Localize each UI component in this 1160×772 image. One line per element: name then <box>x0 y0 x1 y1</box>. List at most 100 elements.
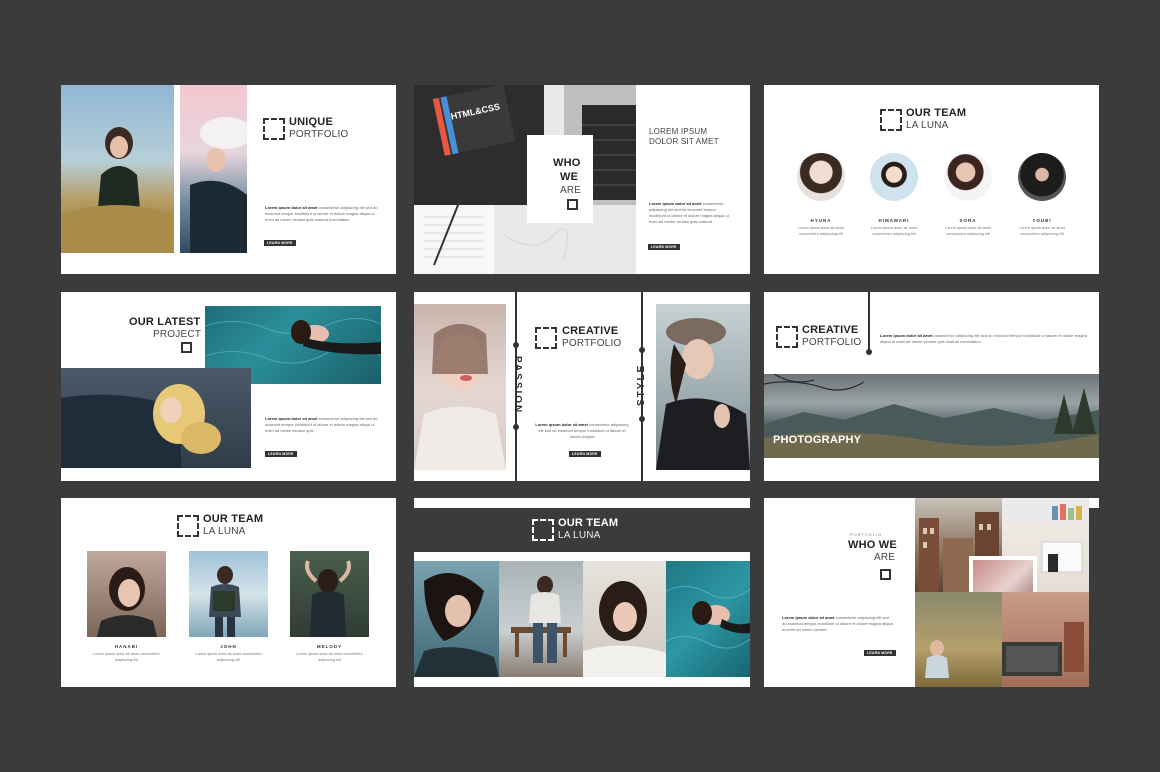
para-lead: Lorem ipsum dolor sit amet <box>265 205 318 210</box>
slide-title-light: PORTFOLIO <box>289 129 349 140</box>
slide-paragraph: Lorem ipsum dolor sit amet consectetur a… <box>534 422 630 440</box>
photo-melody <box>290 551 369 637</box>
slide-title-bold: OUR TEAM <box>203 513 264 525</box>
slide-title-light: LA LUNA <box>558 530 601 541</box>
slide-title-light: LA LUNA <box>906 120 949 131</box>
avatar-hyuna <box>797 153 845 201</box>
para-lead: Lorem ipsum dolor sit amet <box>265 416 318 421</box>
photo-woman-lying <box>583 561 666 677</box>
avatar-youbi <box>1018 153 1066 201</box>
dashed-square-icon <box>263 118 285 140</box>
slide-our-team-dark[interactable]: OUR TEAM LA LUNA <box>414 498 750 687</box>
dashed-square-icon <box>181 342 192 353</box>
member-name: SORA <box>959 218 977 223</box>
member-name: MELODY <box>316 644 343 649</box>
style-vertical-text: STYLE <box>636 363 647 406</box>
slide-who-we-are-collage[interactable]: PORTFOLIO WHO WE ARE Lorem ipsum dolor s… <box>764 498 1099 687</box>
slide-title-light: LA LUNA <box>203 526 246 537</box>
slide-paragraph: Lorem ipsum dolor sit amet consectetur a… <box>782 615 894 633</box>
slide-paragraph: Lorem ipsum dolor sit amet consectetur a… <box>880 333 1088 345</box>
learn-more-button[interactable]: LEARN MORE <box>648 244 680 250</box>
member-desc: Lorem ipsum dolor sit amet consectetur a… <box>296 652 363 662</box>
passion-vertical-text: PASSION <box>512 356 523 415</box>
slide-paragraph: Lorem ipsum dolor sit amet consectetur a… <box>265 205 381 223</box>
slide-our-latest-project[interactable]: OUR LATEST PROJECT Lorem ipsum dolor sit… <box>61 292 396 481</box>
avatar-sora <box>944 153 992 201</box>
member-desc: Lorem ipsum dolor sit amet consectetur a… <box>195 652 262 662</box>
avatar-himawari <box>870 153 918 201</box>
are-text: ARE <box>560 185 582 196</box>
slide-title-light: ARE <box>874 552 896 563</box>
photo-woman-blonde <box>61 368 251 468</box>
slide-title-bold: WHO WE <box>848 539 897 551</box>
slide-our-team-squares[interactable]: OUR TEAM LA LUNA HANABI Lorem ipsum dolo… <box>61 498 396 687</box>
photo-woman-sweater <box>414 304 506 470</box>
member-desc: Lorem ipsum dolor sit amet consectetur a… <box>798 226 844 236</box>
dashed-square-icon <box>177 515 199 537</box>
divider-line <box>868 292 870 352</box>
member-name: YOUBI <box>1032 218 1052 223</box>
para-lead: Lorem ipsum dolor sit amet <box>535 422 588 427</box>
photo-woman-water <box>666 561 750 677</box>
learn-more-button[interactable]: LEARN MORE <box>864 650 896 656</box>
member-name: HIMAWARI <box>878 218 910 223</box>
dashed-square-icon <box>535 327 557 349</box>
dashed-square-icon <box>776 326 798 348</box>
photo-child-field <box>915 592 1002 687</box>
photography-label: PHOTOGRAPHY <box>773 434 862 446</box>
slide-paragraph: Lorem ipsum dolor sit amet consectetur a… <box>649 201 731 225</box>
para-lead: Lorem ipsum dolor sit amet <box>649 201 702 206</box>
photo-laptop-desk <box>1002 592 1089 687</box>
divider-dot <box>513 342 519 348</box>
slide-creative-photography[interactable]: CREATIVE PORTFOLIO Lorem ipsum dolor sit… <box>764 292 1099 481</box>
photo-woman-field <box>61 85 174 253</box>
dashed-square-icon <box>880 109 902 131</box>
photo-man-bench <box>499 561 583 677</box>
member-name: HYUNA <box>810 218 832 223</box>
slide-title-bold: UNIQUE <box>289 116 333 128</box>
member-desc: Lorem ipsum dolor sit amet consectetur a… <box>93 652 160 662</box>
dashed-square-icon <box>880 569 891 580</box>
slide-kicker: PORTFOLIO <box>850 532 883 537</box>
member-name: HANABI <box>114 644 139 649</box>
slide-title-bold: OUR LATEST <box>129 316 201 328</box>
learn-more-button[interactable]: LEARN MORE <box>265 451 297 457</box>
member-desc: Lorem ipsum dolor sit amet consectetur a… <box>871 226 917 236</box>
lorem-heading-2: DOLOR SIT AMET <box>649 137 719 146</box>
photo-woman-hat <box>180 85 247 253</box>
para-lead: Lorem ipsum dolor sit amet <box>782 615 835 620</box>
slide-creative-passion-style[interactable]: PASSION CREATIVE PORTFOLIO Lorem ipsum d… <box>414 292 750 481</box>
photo-hanabi <box>87 551 166 637</box>
divider-dot <box>866 349 872 355</box>
photo-desk-laptop: HTML&CSS <box>414 85 636 274</box>
dark-edge-strip <box>1089 508 1099 687</box>
learn-more-button[interactable]: LEARN MORE <box>264 240 296 246</box>
slide-paragraph: Lorem ipsum dolor sit amet consectetur a… <box>265 416 381 434</box>
slide-title-light: PORTFOLIO <box>802 337 862 348</box>
dashed-square-icon <box>532 519 554 541</box>
photo-woman-hair <box>414 561 499 677</box>
photo-woman-cap <box>656 304 750 470</box>
slide-title-bold: OUR TEAM <box>558 517 619 529</box>
photo-john <box>189 551 268 637</box>
member-desc: Lorem ipsum dolor sit amet consectetur a… <box>1019 226 1065 236</box>
who-text: WHO <box>553 157 581 169</box>
member-name: JOHN <box>220 644 237 649</box>
slide-title-bold: CREATIVE <box>802 324 859 336</box>
member-desc: Lorem ipsum dolor sit amet consectetur a… <box>945 226 991 236</box>
divider-dot <box>639 416 645 422</box>
divider-dot <box>513 424 519 430</box>
slide-title-bold: OUR TEAM <box>906 107 967 119</box>
learn-more-button[interactable]: LEARN MORE <box>569 451 601 457</box>
para-lead: Lorem ipsum dolor sit amet <box>880 333 933 338</box>
divider-dot <box>639 347 645 353</box>
slide-title-bold: CREATIVE <box>562 325 619 337</box>
slide-title-light: PROJECT <box>153 329 202 340</box>
slide-our-team-circles[interactable]: OUR TEAM LA LUNA HYUNA Lorem ipsum dolor… <box>764 85 1099 274</box>
dashed-square-icon <box>567 199 578 210</box>
slide-who-we-are[interactable]: HTML&CSS WHO WE ARE LOREM IPSUM DOLOR SI… <box>414 85 750 274</box>
slide-unique-portfolio[interactable]: UNIQUE PORTFOLIO Lorem ipsum dolor sit a… <box>61 85 396 274</box>
we-text: WE <box>560 171 579 183</box>
lorem-heading-1: LOREM IPSUM <box>649 127 708 136</box>
slide-title-light: PORTFOLIO <box>562 338 622 349</box>
